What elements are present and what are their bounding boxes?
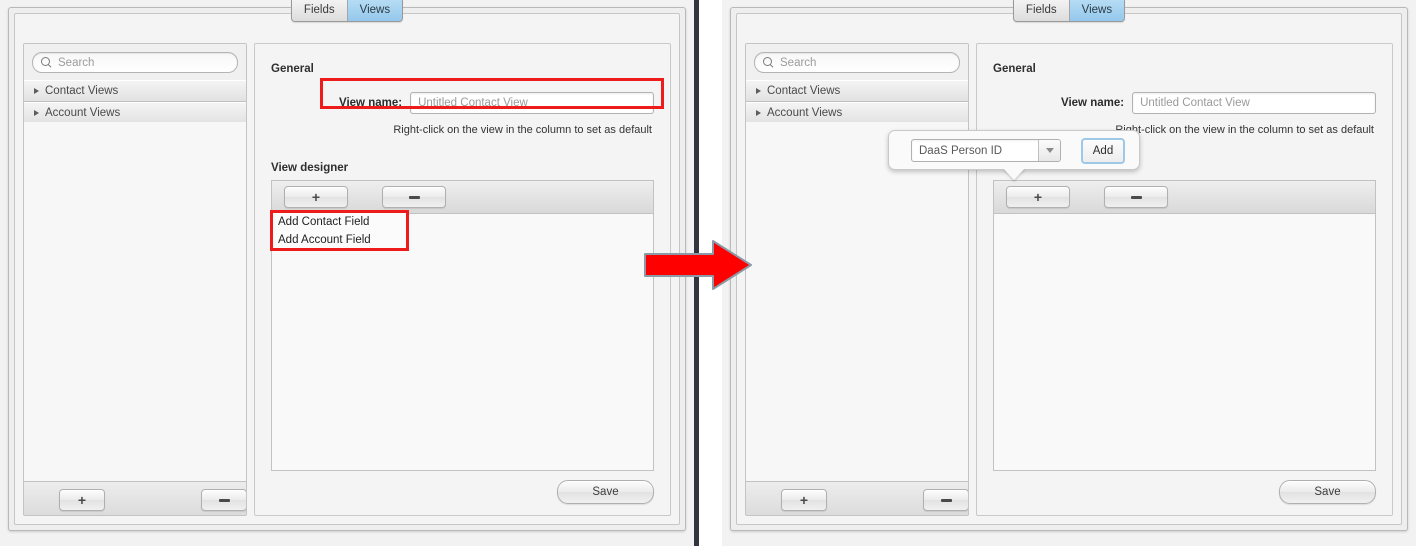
field-select-dropdown[interactable]: DaaS Person ID — [911, 139, 1061, 162]
minus-icon — [1130, 195, 1142, 199]
designer-field-list-right — [994, 214, 1375, 470]
search-area-left: Search — [24, 44, 246, 80]
sidebar-add-view-button-left[interactable]: + — [59, 489, 105, 511]
save-button-right[interactable]: Save — [1279, 480, 1376, 504]
chevron-right-icon — [34, 88, 39, 94]
sidebar-group-label: Contact Views — [45, 85, 119, 97]
sidebar-group-contact-views-left[interactable]: Contact Views — [24, 80, 246, 102]
views-sidebar-left: Search Contact Views Account Views + — [23, 43, 247, 516]
tab-fields-left[interactable]: Fields — [291, 0, 348, 21]
sidebar-group-label: Contact Views — [767, 85, 841, 97]
search-input-left[interactable]: Search — [32, 52, 238, 73]
field-select-value: DaaS Person ID — [919, 144, 1003, 157]
app-window-inner-right: Search Contact Views Account Views + Gen… — [736, 13, 1402, 525]
minus-icon — [218, 498, 230, 502]
general-section-title-left: General — [271, 63, 314, 75]
chevron-right-icon — [756, 110, 761, 116]
save-button-label-right: Save — [1314, 486, 1341, 498]
plus-icon: + — [77, 492, 87, 508]
tab-views-left[interactable]: Views — [347, 0, 403, 21]
general-section-title-right: General — [993, 63, 1036, 75]
tab-fields-right[interactable]: Fields — [1013, 0, 1070, 21]
designer-remove-field-button-right[interactable] — [1104, 186, 1168, 208]
content-area-right: General View name: Untitled Contact View… — [976, 43, 1393, 516]
field-picker-popover: DaaS Person ID Add — [888, 130, 1140, 170]
screenshot-stage: Search Contact Views Account Views + Gen… — [0, 0, 1416, 546]
sidebar-footer-left: + — [24, 481, 246, 515]
sidebar-group-contact-views-right[interactable]: Contact Views — [746, 80, 968, 102]
content-area-left: General View name: Untitled Contact View… — [254, 43, 671, 516]
highlight-view-name-field — [320, 78, 664, 109]
sidebar-list-right — [746, 122, 968, 482]
designer-add-field-button-left[interactable]: + — [284, 186, 348, 208]
add-button-label: Add — [1092, 145, 1114, 157]
view-designer-title-left: View designer — [271, 162, 349, 174]
designer-remove-field-button-left[interactable] — [382, 186, 446, 208]
save-button-label-left: Save — [592, 486, 619, 498]
save-button-left[interactable]: Save — [557, 480, 654, 504]
sidebar-remove-view-button-right[interactable] — [923, 489, 968, 511]
sidebar-list-left — [24, 122, 246, 482]
view-name-label-right: View name: — [1061, 97, 1125, 109]
search-placeholder-left: Search — [58, 56, 95, 69]
views-sidebar-right: Search Contact Views Account Views + — [745, 43, 969, 516]
tab-bar-left: Fields Views — [0, 0, 694, 28]
tabs-right: Fields Views — [1012, 0, 1126, 22]
tab-bar-right: Fields Views — [722, 0, 1416, 28]
search-icon — [41, 57, 52, 68]
view-designer-box-right: + — [993, 180, 1376, 471]
add-field-confirm-button[interactable]: Add — [1081, 138, 1125, 164]
chevron-down-icon[interactable] — [1038, 140, 1060, 161]
designer-field-list-left — [272, 214, 653, 470]
right-screenshot-panel: Search Contact Views Account Views + Gen… — [722, 0, 1416, 546]
chevron-right-icon — [34, 110, 39, 116]
app-window-right: Search Contact Views Account Views + Gen… — [730, 7, 1408, 531]
search-placeholder-right: Search — [780, 56, 817, 69]
chevron-right-icon — [756, 88, 761, 94]
default-view-hint-left: Right-click on the view in the column to… — [393, 124, 652, 136]
sidebar-group-label: Account Views — [767, 107, 843, 119]
view-name-input-right[interactable]: Untitled Contact View — [1132, 92, 1376, 114]
transition-arrow-icon — [644, 240, 752, 290]
sidebar-footer-right: + — [746, 481, 968, 515]
sidebar-group-account-views-right[interactable]: Account Views — [746, 102, 968, 124]
sidebar-group-account-views-left[interactable]: Account Views — [24, 102, 246, 124]
sidebar-remove-view-button-left[interactable] — [201, 489, 246, 511]
plus-icon: + — [311, 189, 321, 205]
tabs-left: Fields Views — [290, 0, 404, 22]
view-name-value-right: Untitled Contact View — [1140, 97, 1250, 109]
view-name-row-right: View name: Untitled Contact View — [1061, 92, 1376, 114]
designer-add-field-button-right[interactable]: + — [1006, 186, 1070, 208]
default-view-hint-right: Right-click on the view in the column to… — [1115, 124, 1374, 136]
highlight-add-field-menu — [270, 210, 409, 251]
designer-toolbar-right: + — [994, 181, 1375, 214]
minus-icon — [408, 195, 420, 199]
minus-icon — [940, 498, 952, 502]
search-icon — [763, 57, 774, 68]
sidebar-group-label: Account Views — [45, 107, 121, 119]
sidebar-add-view-button-right[interactable]: + — [781, 489, 827, 511]
search-area-right: Search — [746, 44, 968, 80]
plus-icon: + — [1033, 189, 1043, 205]
tab-views-right[interactable]: Views — [1069, 0, 1125, 21]
left-screenshot-panel: Search Contact Views Account Views + Gen… — [0, 0, 694, 546]
plus-icon: + — [799, 492, 809, 508]
search-input-right[interactable]: Search — [754, 52, 960, 73]
